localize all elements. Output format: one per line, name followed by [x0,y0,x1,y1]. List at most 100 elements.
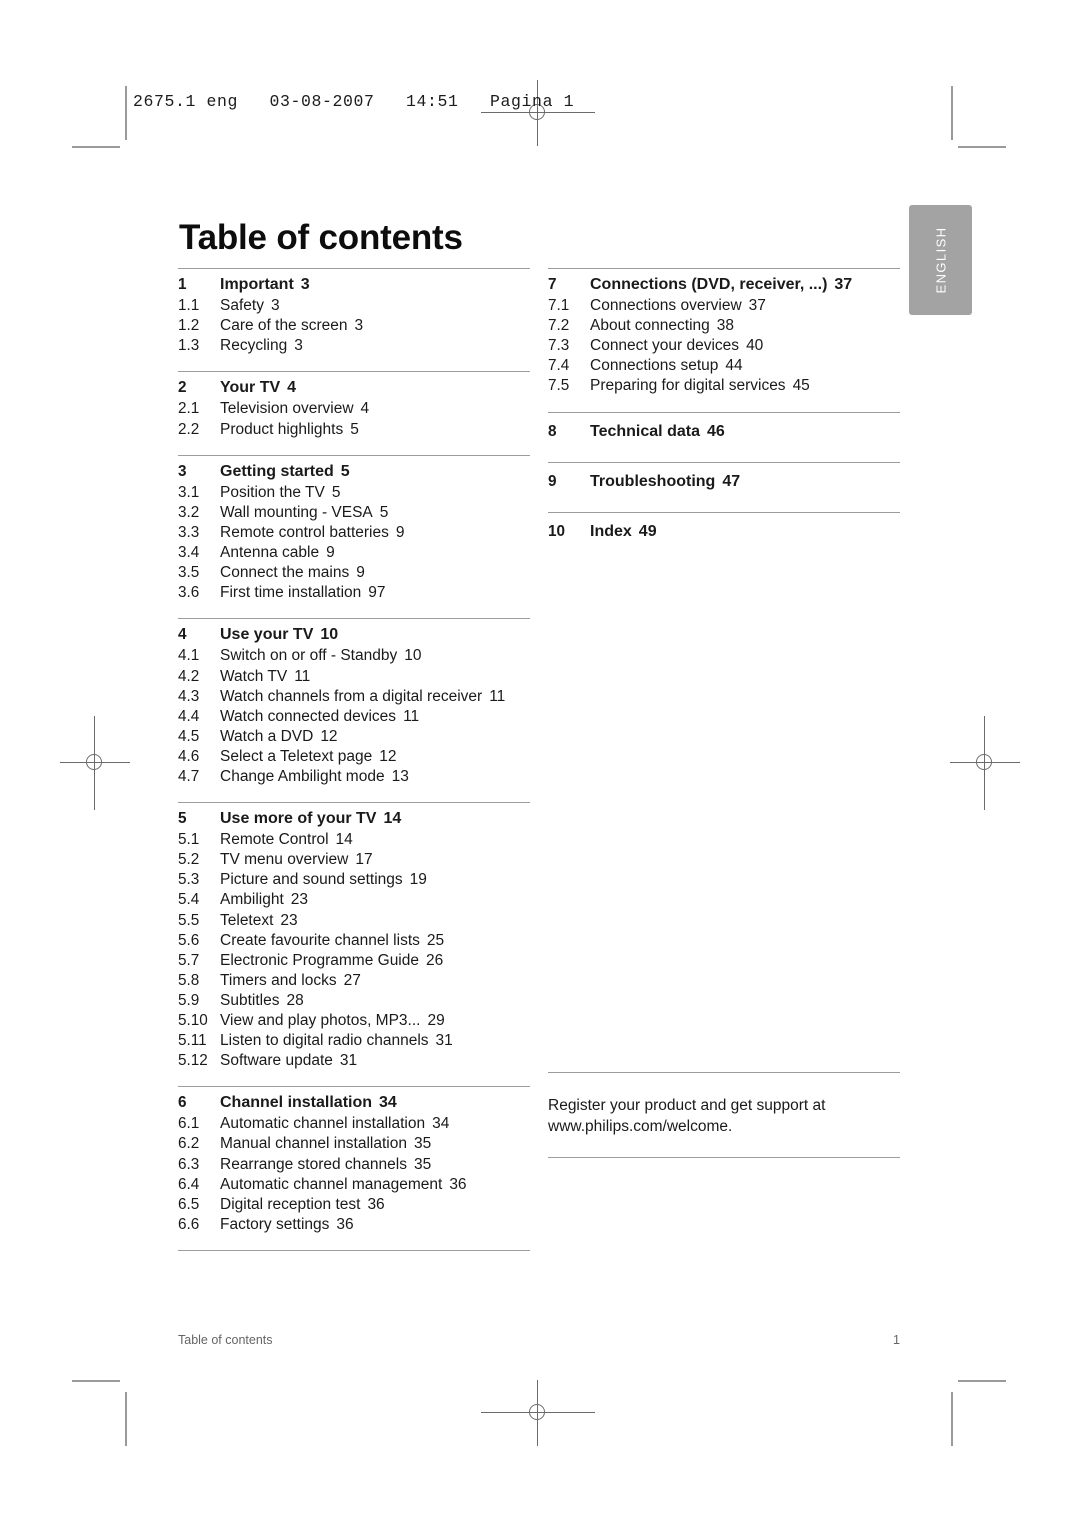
toc-entry-row[interactable]: 2.2 Product highlights 5 [178,420,530,440]
toc-entry-title: Important 3 [220,276,310,293]
toc-entry-row[interactable]: 3.1 Position the TV 5 [178,483,530,503]
toc-entry-title: Timers and locks 27 [220,971,361,989]
toc-entry-number: 6.2 [178,1135,200,1153]
toc-entry-title: Rearrange stored channels 35 [220,1155,432,1173]
toc-entry-number: 3.5 [178,564,200,582]
toc-entry-title: Remote control batteries 9 [220,523,405,541]
toc-entry-row[interactable]: 5.8 Timers and locks 27 [178,971,530,991]
toc-entry-page: 11 [489,687,506,705]
toc-entry-number: 6.5 [178,1195,200,1213]
toc-entry-row[interactable]: 4.1 Switch on or off - Standby 10 [178,646,530,666]
toc-entry-page: 44 [725,357,743,375]
toc-entry-number: 3 [178,462,187,480]
toc-entry-row[interactable]: 6.1 Automatic channel installation 34 [178,1114,530,1134]
toc-chapter-row[interactable]: 7 Connections (DVD, receiver, ...) 37 [548,275,900,296]
toc-entry-row[interactable]: 4.3 Watch channels from a digital receive… [178,687,530,707]
toc-entry-row[interactable]: 4.5 Watch a DVD 12 [178,727,530,747]
toc-entry-page: 14 [383,810,402,828]
footer-section-label: Table of contents [178,1333,273,1347]
toc-entry-row[interactable]: 6.3 Rearrange stored channels 35 [178,1155,530,1175]
toc-entry-page: 5 [331,483,341,501]
toc-entry-row[interactable]: 5.7 Electronic Programme Guide 26 [178,951,530,971]
toc-entry-row[interactable]: 6.2 Manual channel installation 35 [178,1134,530,1154]
toc-entry-page: 3 [294,337,303,355]
toc-entry-row[interactable]: 2.1 Television overview 4 [178,399,530,419]
toc-entry-row[interactable]: 3.4 Antenna cable 9 [178,543,530,563]
toc-chapter-group: 6 Channel installation 34 6.1 Automatic chan… [178,1087,530,1235]
toc-entry-row[interactable]: 5.6 Create favourite channel lists 25 [178,931,530,951]
toc-entry-row[interactable]: 6.6 Factory settings 36 [178,1215,530,1235]
toc-entry-page: 17 [355,851,373,869]
toc-entry-title: Product highlights 5 [220,420,359,438]
toc-entry-page: 11 [403,707,420,725]
toc-entry-page: 9 [326,544,335,562]
toc-entry-number: 4.5 [178,727,200,745]
toc-entry-row[interactable]: 6.5 Digital reception test 36 [178,1195,530,1215]
toc-group-spacer [178,1071,530,1086]
toc-entry-row[interactable]: 3.3 Remote control batteries 9 [178,523,530,543]
toc-entry-title: Digital reception test 36 [220,1195,385,1213]
toc-entry-title: Channel installation 34 [220,1094,397,1112]
toc-entry-page: 3 [300,276,310,293]
toc-entry-row[interactable]: 5.5 Teletext 23 [178,911,530,931]
toc-entry-row[interactable]: 5.1 Remote Control 14 [178,830,530,850]
toc-entry-row[interactable]: 5.2 TV menu overview 17 [178,850,530,870]
toc-entry-page: 13 [391,767,409,785]
toc-entry-title: View and play photos, MP3... 29 [220,1012,445,1029]
toc-entry-page: 26 [426,951,444,969]
toc-chapter-row[interactable]: 9 Troubleshooting 47 [548,472,900,493]
toc-entry-title: TV menu overview 17 [220,851,373,869]
toc-entry-number: 2 [178,379,187,397]
toc-entry-number: 1 [178,276,187,293]
toc-entry-number: 5.11 [178,1032,207,1050]
toc-entry-row[interactable]: 4.4 Watch connected devices 11 [178,707,530,727]
toc-entry-number: 2.1 [178,400,200,418]
toc-entry-row[interactable]: 5.10 View and play photos, MP3... 29 [178,1011,530,1031]
toc-entry-row[interactable]: 4.7 Change Ambilight mode 13 [178,767,530,787]
toc-entry-page: 28 [286,991,304,1009]
toc-entry-row[interactable]: 4.2 Watch TV 11 [178,667,530,687]
toc-entry-row[interactable]: 5.4 Ambilight 23 [178,890,530,910]
toc-entry-row[interactable]: 1.2 Care of the screen 3 [178,316,530,336]
toc-entry-page: 9 [395,523,405,541]
toc-divider-rule [178,1249,530,1251]
toc-entry-title: Watch connected devices 11 [220,707,420,725]
toc-entry-row[interactable]: 6.4 Automatic channel management 36 [178,1175,530,1195]
toc-chapter-row[interactable]: 8 Technical data 46 [548,422,900,443]
toc-entry-number: 3.3 [178,523,200,541]
toc-chapter-row[interactable]: 10 Index 49 [548,522,900,543]
toc-chapter-row[interactable]: 3 Getting started 5 [178,462,530,483]
toc-entry-row[interactable]: 7.5 Preparing for digital services 45 [548,376,900,396]
toc-entry-title: Care of the screen 3 [220,317,364,335]
toc-entry-row[interactable]: 1.3 Recycling 3 [178,336,530,356]
toc-entry-row[interactable]: 3.2 Wall mounting - VESA 5 [178,503,530,523]
toc-chapter-row[interactable]: 2 Your TV 4 [178,378,530,399]
toc-entry-row[interactable]: 3.6 First time installation 97 [178,583,530,603]
toc-entry-row[interactable]: 5.12 Software update 31 [178,1051,530,1071]
toc-entry-title: Create favourite channel lists 25 [220,931,445,949]
toc-entry-row[interactable]: 7.4 Connections setup 44 [548,356,900,376]
toc-chapter-group: 10 Index 49 [548,513,900,552]
toc-group-spacer [178,440,530,455]
document-page: Table of contents 1 Important 3 1.1 Safety 3 1… [0,0,1080,1528]
toc-entry-row[interactable]: 1.1 Safety 3 [178,296,530,316]
toc-entry-row[interactable]: 4.6 Select a Teletext page 12 [178,747,530,767]
toc-chapter-row[interactable]: 6 Channel installation 34 [178,1093,530,1114]
toc-entry-number: 4.3 [178,687,200,705]
toc-chapter-row[interactable]: 4 Use your TV 10 [178,625,530,646]
register-note-spacer [548,562,900,1072]
toc-entry-number: 3.1 [178,483,200,501]
toc-chapter-row[interactable]: 1 Important 3 [178,275,530,296]
toc-entry-title: Connections setup 44 [590,357,743,375]
toc-entry-row[interactable]: 3.5 Connect the mains 9 [178,563,530,583]
toc-entry-title: First time installation 97 [220,584,386,602]
toc-chapter-group: 4 Use your TV 10 4.1 Switch on or off - Stan… [178,619,530,787]
toc-entry-row[interactable]: 5.3 Picture and sound settings 19 [178,870,530,890]
toc-entry-title: Switch on or off - Standby 10 [220,647,422,665]
toc-entry-row[interactable]: 7.1 Connections overview 37 [548,296,900,316]
toc-chapter-row[interactable]: 5 Use more of your TV 14 [178,809,530,830]
toc-entry-row[interactable]: 7.3 Connect your devices 40 [548,336,900,356]
toc-entry-row[interactable]: 5.11 Listen to digital radio channels 31 [178,1031,530,1051]
toc-entry-row[interactable]: 7.2 About connecting 38 [548,316,900,336]
toc-entry-row[interactable]: 5.9 Subtitles 28 [178,991,530,1011]
